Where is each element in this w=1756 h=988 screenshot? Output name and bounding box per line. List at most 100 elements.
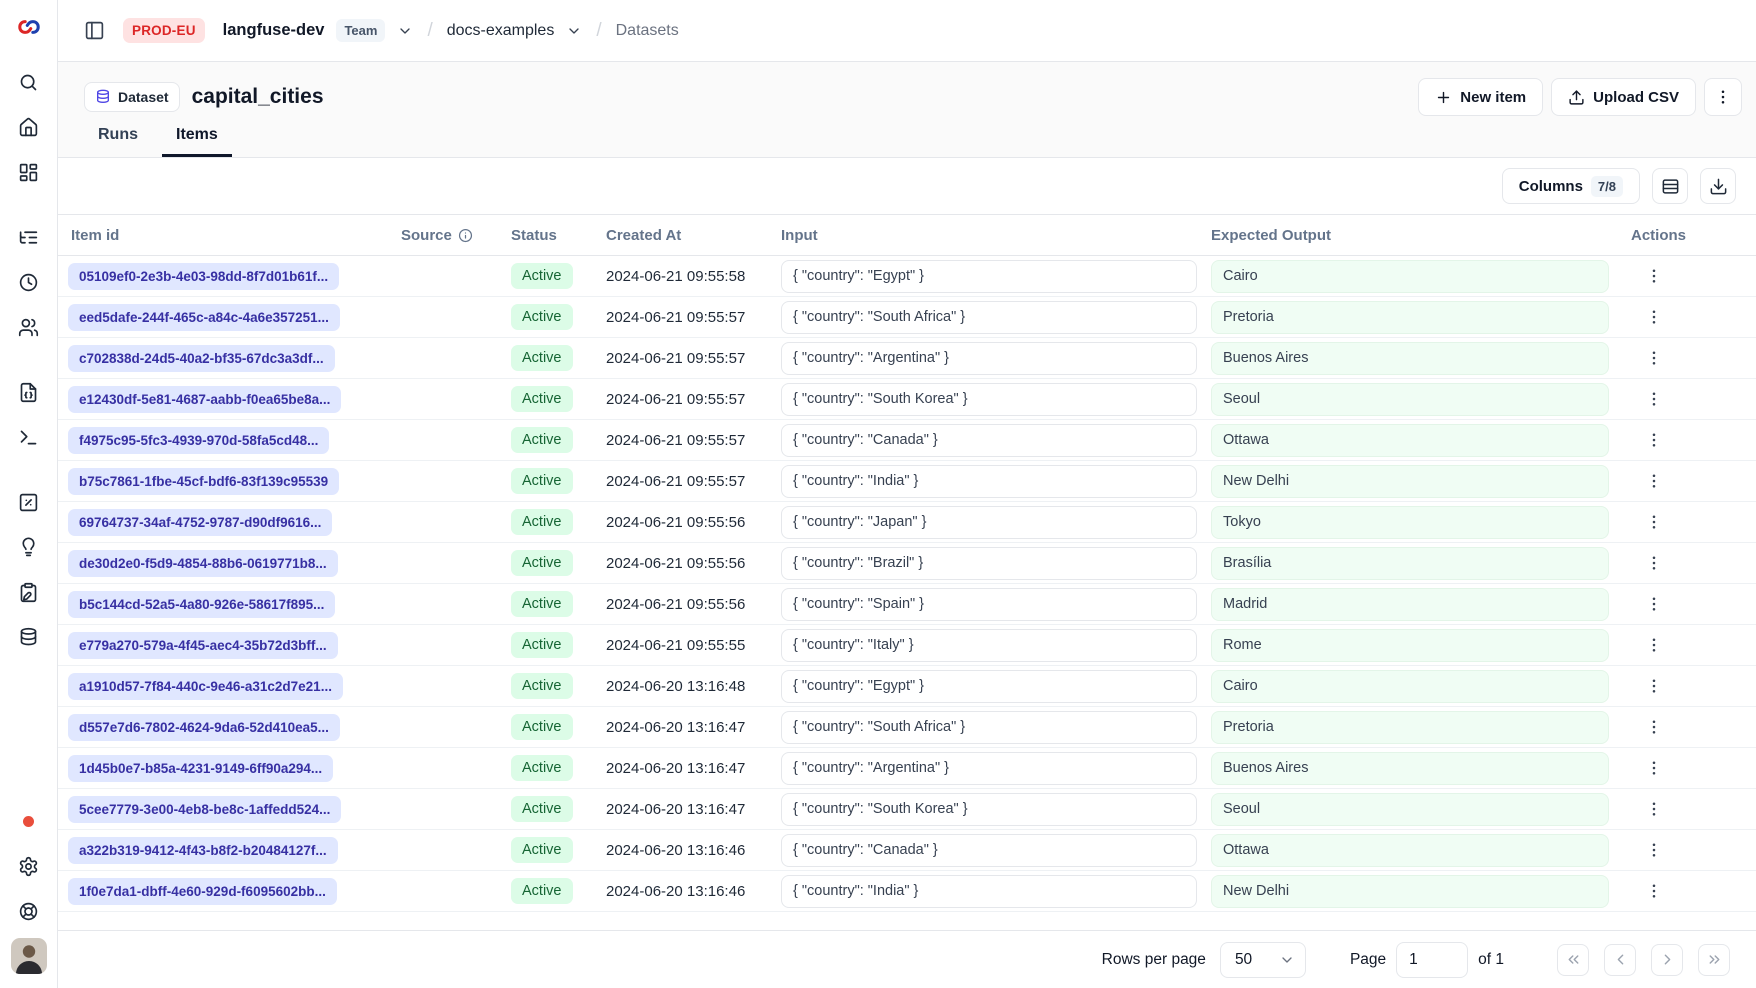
item-id-link[interactable]: d557e7d6-7802-4624-9da6-52d410ea5... xyxy=(68,714,340,741)
table-row[interactable]: c702838d-24d5-40a2-bf35-67dc3a3df... Act… xyxy=(58,338,1756,379)
column-header-input[interactable]: Input xyxy=(775,227,1205,244)
sidebar-item-suggestions[interactable] xyxy=(11,529,47,565)
table-row[interactable]: e12430df-5e81-4687-aabb-f0ea65be8a... Ac… xyxy=(58,379,1756,420)
info-icon[interactable] xyxy=(458,228,473,243)
expected-output-cell[interactable]: Tokyo xyxy=(1211,506,1609,539)
expected-output-cell[interactable]: New Delhi xyxy=(1211,465,1609,498)
column-header-item-id[interactable]: Item id xyxy=(58,227,395,244)
expected-output-cell[interactable]: Rome xyxy=(1211,629,1609,662)
item-id-link[interactable]: e779a270-579a-4f45-aec4-35b72d3bff... xyxy=(68,632,338,659)
row-actions-button[interactable] xyxy=(1639,876,1669,906)
input-cell[interactable]: { "country": "Brazil" } xyxy=(781,547,1197,580)
input-cell[interactable]: { "country": "South Africa" } xyxy=(781,301,1197,334)
organization-name[interactable]: langfuse-dev xyxy=(223,21,325,40)
table-row[interactable]: b5c144cd-52a5-4a80-926e-58617f895... Act… xyxy=(58,584,1756,625)
item-id-link[interactable]: f4975c95-5fc3-4939-970d-58fa5cd48... xyxy=(68,427,329,454)
export-button[interactable] xyxy=(1700,168,1736,204)
row-actions-button[interactable] xyxy=(1639,712,1669,742)
column-header-created-at[interactable]: Created At xyxy=(600,227,775,244)
table-row[interactable]: 1d45b0e7-b85a-4231-9149-6ff90a294... Act… xyxy=(58,748,1756,789)
row-actions-button[interactable] xyxy=(1639,671,1669,701)
table-row[interactable]: f4975c95-5fc3-4939-970d-58fa5cd48... Act… xyxy=(58,420,1756,461)
item-id-link[interactable]: 05109ef0-2e3b-4e03-98dd-8f7d01b61f... xyxy=(68,263,339,290)
columns-button[interactable]: Columns 7/8 xyxy=(1502,168,1640,204)
new-item-button[interactable]: New item xyxy=(1418,78,1543,116)
input-cell[interactable]: { "country": "India" } xyxy=(781,465,1197,498)
chevron-down-icon[interactable] xyxy=(397,23,413,39)
tab-items[interactable]: Items xyxy=(162,126,232,157)
row-actions-button[interactable] xyxy=(1639,589,1669,619)
input-cell[interactable]: { "country": "Japan" } xyxy=(781,506,1197,539)
row-actions-button[interactable] xyxy=(1639,425,1669,455)
expected-output-cell[interactable]: Madrid xyxy=(1211,588,1609,621)
table-row[interactable]: 1f0e7da1-dbff-4e60-929d-f6095602bb... Ac… xyxy=(58,871,1756,912)
row-height-button[interactable] xyxy=(1652,168,1688,204)
item-id-link[interactable]: eed5dafe-244f-465c-a84c-4a6e357251... xyxy=(68,304,340,331)
first-page-button[interactable] xyxy=(1557,944,1589,976)
sidebar-item-playground[interactable] xyxy=(11,419,47,455)
expected-output-cell[interactable]: Seoul xyxy=(1211,383,1609,416)
table-row[interactable]: a1910d57-7f84-440c-9e46-a31c2d7e21... Ac… xyxy=(58,666,1756,707)
expected-output-cell[interactable]: Pretoria xyxy=(1211,301,1609,334)
expected-output-cell[interactable]: Seoul xyxy=(1211,793,1609,826)
row-actions-button[interactable] xyxy=(1639,753,1669,783)
sidebar-item-support[interactable] xyxy=(11,893,47,929)
item-id-link[interactable]: c702838d-24d5-40a2-bf35-67dc3a3df... xyxy=(68,345,335,372)
row-actions-button[interactable] xyxy=(1639,302,1669,332)
input-cell[interactable]: { "country": "Argentina" } xyxy=(781,752,1197,785)
input-cell[interactable]: { "country": "Argentina" } xyxy=(781,342,1197,375)
expected-output-cell[interactable]: Pretoria xyxy=(1211,711,1609,744)
table-row[interactable]: a322b319-9412-4f43-b8f2-b20484127f... Ac… xyxy=(58,830,1756,871)
row-actions-button[interactable] xyxy=(1639,507,1669,537)
previous-page-button[interactable] xyxy=(1604,944,1636,976)
expected-output-cell[interactable]: Buenos Aires xyxy=(1211,752,1609,785)
chevron-down-icon[interactable] xyxy=(566,23,582,39)
table-row[interactable]: eed5dafe-244f-465c-a84c-4a6e357251... Ac… xyxy=(58,297,1756,338)
input-cell[interactable]: { "country": "Italy" } xyxy=(781,629,1197,662)
expected-output-cell[interactable]: New Delhi xyxy=(1211,875,1609,908)
input-cell[interactable]: { "country": "Egypt" } xyxy=(781,260,1197,293)
sidebar-item-evaluation[interactable] xyxy=(11,484,47,520)
table-row[interactable]: 69764737-34af-4752-9787-d90df9616... Act… xyxy=(58,502,1756,543)
last-page-button[interactable] xyxy=(1698,944,1730,976)
item-id-link[interactable]: 1d45b0e7-b85a-4231-9149-6ff90a294... xyxy=(68,755,333,782)
item-id-link[interactable]: a1910d57-7f84-440c-9e46-a31c2d7e21... xyxy=(68,673,343,700)
item-id-link[interactable]: 69764737-34af-4752-9787-d90df9616... xyxy=(68,509,332,536)
table-row[interactable]: b75c7861-1fbe-45cf-bdf6-83f139c95539 Act… xyxy=(58,461,1756,502)
sidebar-item-dashboards[interactable] xyxy=(11,154,47,190)
next-page-button[interactable] xyxy=(1651,944,1683,976)
sidebar-item-datasets[interactable] xyxy=(11,619,47,655)
sidebar-item-tracing[interactable] xyxy=(11,219,47,255)
input-cell[interactable]: { "country": "South Korea" } xyxy=(781,383,1197,416)
input-cell[interactable]: { "country": "Canada" } xyxy=(781,834,1197,867)
column-header-expected-output[interactable]: Expected Output xyxy=(1205,227,1625,244)
expected-output-cell[interactable]: Cairo xyxy=(1211,260,1609,293)
user-avatar[interactable] xyxy=(11,938,47,974)
breadcrumb-section[interactable]: Datasets xyxy=(616,22,679,40)
row-actions-button[interactable] xyxy=(1639,835,1669,865)
page-more-actions-button[interactable] xyxy=(1704,78,1742,116)
table-row[interactable]: 05109ef0-2e3b-4e03-98dd-8f7d01b61f... Ac… xyxy=(58,256,1756,297)
rows-per-page-select[interactable]: 50 xyxy=(1220,942,1306,978)
expected-output-cell[interactable]: Buenos Aires xyxy=(1211,342,1609,375)
column-header-status[interactable]: Status xyxy=(505,227,600,244)
item-id-link[interactable]: e12430df-5e81-4687-aabb-f0ea65be8a... xyxy=(68,386,341,413)
sidebar-item-settings[interactable] xyxy=(11,848,47,884)
table-row[interactable]: e779a270-579a-4f45-aec4-35b72d3bff... Ac… xyxy=(58,625,1756,666)
row-actions-button[interactable] xyxy=(1639,343,1669,373)
item-id-link[interactable]: de30d2e0-f5d9-4854-88b6-0619771b8... xyxy=(68,550,338,577)
row-actions-button[interactable] xyxy=(1639,794,1669,824)
sidebar-item-annotation[interactable] xyxy=(11,574,47,610)
sidebar-item-home[interactable] xyxy=(11,109,47,145)
item-id-link[interactable]: 1f0e7da1-dbff-4e60-929d-f6095602bb... xyxy=(68,878,337,905)
column-header-source[interactable]: Source xyxy=(395,227,505,244)
input-cell[interactable]: { "country": "South Africa" } xyxy=(781,711,1197,744)
row-actions-button[interactable] xyxy=(1639,466,1669,496)
input-cell[interactable]: { "country": "India" } xyxy=(781,875,1197,908)
table-row[interactable]: d557e7d6-7802-4624-9da6-52d410ea5... Act… xyxy=(58,707,1756,748)
sidebar-toggle-button[interactable] xyxy=(84,20,105,41)
sidebar-item-sessions[interactable] xyxy=(11,264,47,300)
input-cell[interactable]: { "country": "South Korea" } xyxy=(781,793,1197,826)
input-cell[interactable]: { "country": "Spain" } xyxy=(781,588,1197,621)
sidebar-item-prompts[interactable] xyxy=(11,374,47,410)
